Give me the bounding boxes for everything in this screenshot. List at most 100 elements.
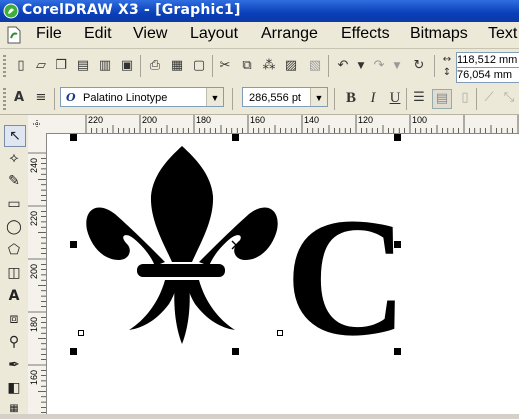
ruler-label: 240 [29, 157, 39, 173]
horizontal-ruler[interactable]: 220 200 180 160 140 120 100 [46, 115, 519, 134]
menu-edit[interactable]: Edit [84, 25, 112, 43]
menu-layout[interactable]: Layout [190, 25, 238, 43]
interactive-fill-tool-icon[interactable]: ▦ [4, 399, 24, 419]
print-preview-icon[interactable]: ▢ [190, 57, 208, 75]
paste-special-icon[interactable]: ▧ [306, 57, 324, 75]
menu-arrange[interactable]: Arrange [261, 25, 318, 43]
open-icon[interactable]: ❐ [52, 57, 70, 75]
menu-bar: File Edit View Layout Arrange Effects Bi… [0, 22, 519, 49]
text-tool-icon[interactable]: A [10, 89, 28, 107]
menu-file[interactable]: File [36, 25, 62, 43]
selection-handle-bottom-center[interactable] [232, 348, 239, 355]
eyedropper-tool-icon[interactable]: ⚲ [4, 332, 24, 352]
ellipse-tool-icon[interactable]: ◯ [4, 217, 24, 237]
italic-button[interactable]: I [364, 89, 382, 107]
text-align-icon[interactable]: ≡ [32, 89, 50, 107]
fill-tool-icon[interactable]: ◧ [4, 378, 24, 398]
property-bar: A ≡ O Palatino Linotype ▼ 286,556 pt ▼ B… [0, 83, 519, 115]
selection-handle-bottom-left[interactable] [70, 348, 77, 355]
font-size-select[interactable]: 286,556 pt ▼ [242, 87, 328, 107]
new-from-template-icon[interactable]: ▱ [32, 57, 50, 75]
paste-icon[interactable]: ▨ [282, 57, 300, 75]
object-height-field[interactable]: 76,054 mm [456, 67, 519, 83]
convert-icon[interactable]: ⤡ [500, 89, 518, 107]
refresh-icon[interactable]: ↻ [410, 57, 428, 75]
toolbar-grip[interactable] [3, 55, 6, 77]
print-icon[interactable]: ⎙ [146, 57, 164, 75]
toolbar-separator [212, 55, 213, 77]
undo-icon[interactable]: ↶ [334, 57, 352, 75]
close-document-icon[interactable]: ▣ [118, 57, 136, 75]
show-format-icon[interactable]: ▤ [432, 89, 452, 109]
toolbar-grip[interactable] [3, 88, 6, 110]
shape-edit-tool-icon[interactable]: ⟡ [4, 148, 24, 168]
font-name-select[interactable]: O Palatino Linotype ▼ [60, 87, 224, 107]
ruler-label: 120 [358, 115, 374, 125]
new-document-icon[interactable]: ▯ [12, 57, 30, 75]
horizontal-alignment-icon[interactable]: ☰ [410, 89, 428, 107]
menu-text[interactable]: Text [488, 25, 517, 43]
ruler-label: 100 [412, 115, 428, 125]
undo-dropdown-icon[interactable]: ▼ [352, 57, 370, 75]
ruler-label: 220 [29, 210, 39, 226]
pick-tool-icon[interactable]: ↖ [4, 125, 26, 147]
outline-tool-icon[interactable]: ✒ [4, 355, 24, 375]
toolbar-separator [434, 55, 435, 77]
toolbar-separator [406, 88, 407, 110]
toolbar-separator [140, 55, 141, 77]
toolbar-separator [476, 88, 477, 110]
underline-button[interactable]: U [386, 89, 404, 107]
selection-handle-top-center[interactable] [232, 134, 239, 141]
object-width-field[interactable]: 118,512 mm [456, 52, 519, 68]
menu-view[interactable]: View [133, 25, 167, 43]
shape-tool-icon[interactable]: ⟋ [480, 89, 498, 107]
fleur-de-lis-shape[interactable] [86, 146, 278, 344]
window-title: CorelDRAW X3 - [Graphic1] [22, 2, 241, 18]
node-handle[interactable] [78, 330, 84, 336]
polygon-tool-icon[interactable]: ⬠ [4, 240, 24, 260]
ruler-origin[interactable] [28, 115, 47, 134]
drawing-canvas[interactable]: C [47, 134, 519, 414]
cut-icon[interactable]: ✂ [216, 57, 234, 75]
selection-handle-top-left[interactable] [70, 134, 77, 141]
redo-dropdown-icon[interactable]: ▼ [388, 57, 406, 75]
coreldraw-app-icon[interactable] [3, 3, 19, 19]
redo-icon[interactable]: ↷ [370, 57, 388, 75]
menu-effects[interactable]: Effects [341, 25, 390, 43]
publish-pdf-icon[interactable]: ▦ [168, 57, 186, 75]
text-tool-icon[interactable]: A [4, 286, 24, 306]
save-icon[interactable]: ▤ [74, 57, 92, 75]
menu-bitmaps[interactable]: Bitmaps [410, 25, 468, 43]
toolbar-separator [54, 88, 55, 110]
toolbar-separator [232, 88, 233, 110]
selection-handle-top-right[interactable] [394, 134, 401, 141]
chevron-down-icon[interactable]: ▼ [206, 88, 223, 106]
ruler-label: 160 [250, 115, 266, 125]
text-object-c[interactable]: C [285, 183, 408, 371]
bold-button[interactable]: B [342, 89, 360, 107]
ruler-label: 200 [29, 263, 39, 279]
vertical-ruler[interactable]: 240 220 200 180 160 [28, 133, 47, 414]
save-all-icon[interactable]: ▥ [96, 57, 114, 75]
crop-tool-icon[interactable]: ✎ [4, 171, 24, 191]
ruler-label: 180 [29, 316, 39, 332]
opentype-font-icon: O [66, 91, 76, 104]
rectangle-tool-icon[interactable]: ▭ [4, 194, 24, 214]
document-icon[interactable] [6, 26, 22, 44]
interactive-blend-tool-icon[interactable]: ⧈ [4, 309, 24, 329]
node-handle[interactable] [277, 330, 283, 336]
copy-properties-icon[interactable]: ⁂ [260, 57, 278, 75]
ruler-label: 200 [142, 115, 158, 125]
ruler-label: 180 [196, 115, 212, 125]
chevron-down-icon[interactable]: ▼ [310, 88, 327, 106]
ruler-label: 140 [304, 115, 320, 125]
font-size-value: 286,556 pt [249, 92, 301, 104]
selection-handle-bottom-right[interactable] [394, 348, 401, 355]
toolbar-separator [328, 55, 329, 77]
edit-text-icon[interactable]: ▯ [456, 89, 474, 107]
selection-handle-middle-right[interactable] [394, 241, 401, 248]
standard-toolbar: ▯ ▱ ❐ ▤ ▥ ▣ ⎙ ▦ ▢ ✂ ⧉ ⁂ ▨ ▧ ↶ ▼ ↷ ▼ ↻ ↔ … [0, 49, 519, 84]
selection-handle-middle-left[interactable] [70, 241, 77, 248]
basic-shapes-tool-icon[interactable]: ◫ [4, 263, 24, 283]
copy-icon[interactable]: ⧉ [238, 57, 256, 75]
